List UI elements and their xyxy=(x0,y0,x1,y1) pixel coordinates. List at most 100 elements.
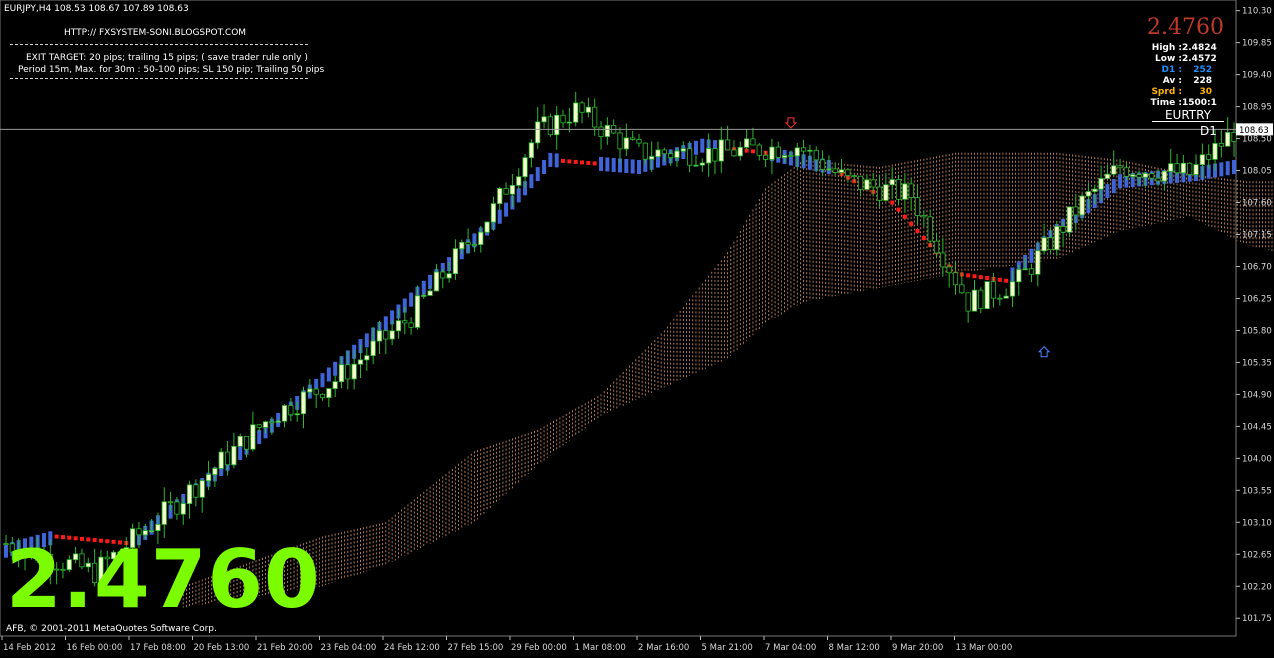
candle-bear xyxy=(1028,268,1035,275)
candle-bull xyxy=(148,530,155,533)
candle-bull xyxy=(509,185,516,195)
copyright-text: AFB, © 2001-2011 MetaQuotes Software Cor… xyxy=(6,624,217,634)
x-tick-label: 16 Feb 00:00 xyxy=(67,643,123,653)
signal-red xyxy=(966,273,971,278)
candle-bear xyxy=(547,116,553,136)
y-tick-label: 110.30 xyxy=(1242,7,1272,17)
candle-bull xyxy=(275,420,281,423)
candle-bear xyxy=(560,114,566,124)
x-tick-label: 29 Feb 00:00 xyxy=(511,643,567,653)
candle-bear xyxy=(440,271,446,279)
candle-bull xyxy=(1104,173,1111,179)
candle-bear xyxy=(946,266,952,274)
candle-bull xyxy=(566,121,572,124)
candle-bull xyxy=(212,468,218,475)
candle-bear xyxy=(927,216,933,242)
signal-blue xyxy=(516,188,521,203)
candle-bull xyxy=(971,289,978,312)
signal-blue xyxy=(700,138,705,153)
signal-blue xyxy=(535,167,540,182)
signal-blue xyxy=(504,202,509,217)
candle-bull xyxy=(1199,154,1205,166)
candle-bear xyxy=(224,451,231,466)
candle-bull xyxy=(231,445,237,466)
candle-bull xyxy=(826,168,832,171)
candle-bull xyxy=(237,435,243,447)
candle-bear xyxy=(167,501,174,504)
candle-bear xyxy=(857,175,864,190)
candle-bull xyxy=(478,231,484,245)
candle-bear xyxy=(731,149,737,157)
signal-blue xyxy=(1105,184,1110,199)
y-tick-label: 107.60 xyxy=(1242,199,1272,209)
candle-bear xyxy=(763,154,769,160)
candle-bull xyxy=(902,183,908,200)
candle-bull xyxy=(370,340,376,357)
candle-bear xyxy=(319,393,326,399)
candle-bull xyxy=(693,164,699,167)
candle-bear xyxy=(845,169,851,176)
candle-bull xyxy=(395,320,402,332)
candle-bull xyxy=(706,148,712,164)
candle-bull xyxy=(1225,132,1231,147)
stat-key: Low : xyxy=(1155,54,1182,64)
candle-bear xyxy=(750,138,756,146)
candle-bull xyxy=(300,391,307,415)
candle-bear xyxy=(1123,167,1130,177)
candle-bull xyxy=(332,381,338,390)
candle-bull xyxy=(1212,143,1218,160)
candle-bull xyxy=(1041,237,1047,252)
candle-bull xyxy=(205,474,212,482)
y-tick-label: 105.35 xyxy=(1242,358,1272,368)
y-tick-label: 106.70 xyxy=(1242,262,1272,272)
candle-bear xyxy=(642,142,648,160)
arrow-down-icon xyxy=(784,117,798,129)
y-tick-label: 108.05 xyxy=(1242,167,1272,177)
candle-bull xyxy=(535,121,541,144)
candle-bull xyxy=(497,188,503,205)
candle-bull xyxy=(737,146,743,157)
stat-key: Av : xyxy=(1162,76,1182,86)
candle-bear xyxy=(1136,174,1142,178)
candle-bull xyxy=(522,157,528,178)
signal-blue xyxy=(548,152,553,167)
y-tick-label: 104.45 xyxy=(1242,422,1272,432)
ichimoku-cloud xyxy=(182,152,1273,608)
candle-bull xyxy=(781,155,788,158)
stat-key: D1 : xyxy=(1161,65,1182,75)
x-tick-label: 7 Mar 04:00 xyxy=(765,643,816,653)
candle-bull xyxy=(161,501,167,525)
candle-bull xyxy=(376,330,383,342)
big-price: 2.4760 xyxy=(6,533,321,626)
candle-bear xyxy=(193,484,199,498)
arrow-up-icon xyxy=(1037,346,1051,358)
candle-bull xyxy=(680,148,686,152)
signal-blue xyxy=(383,316,388,331)
candle-bear xyxy=(269,421,275,424)
candle-bull xyxy=(1085,191,1092,197)
candle-bear xyxy=(959,284,965,294)
stat-row: Sprd : 30 xyxy=(1150,87,1212,97)
signal-red xyxy=(573,159,578,164)
divider-top xyxy=(10,44,308,45)
y-tick-label: 102.20 xyxy=(1242,582,1272,592)
candle-bull xyxy=(421,295,427,297)
pair-label: EURTRY xyxy=(1152,108,1224,122)
candle-bear xyxy=(408,322,414,328)
signal-red xyxy=(580,160,585,165)
candle-bear xyxy=(1073,206,1079,216)
timeframe-label: D1 xyxy=(1200,124,1217,138)
candle-bear xyxy=(921,215,927,218)
signal-blue xyxy=(1225,161,1230,176)
signal-blue xyxy=(554,153,559,168)
candle-bull xyxy=(351,363,357,380)
candle-bull xyxy=(490,203,497,223)
signal-red xyxy=(978,275,983,280)
candle-bear xyxy=(978,289,984,310)
candle-bear xyxy=(465,242,471,245)
signal-red xyxy=(890,200,895,205)
exit-target-text: EXIT TARGET: 20 pips; trailing 15 pips; … xyxy=(26,53,308,63)
candle-bull xyxy=(541,116,547,123)
signal-red xyxy=(592,161,597,166)
signal-red xyxy=(586,160,591,165)
